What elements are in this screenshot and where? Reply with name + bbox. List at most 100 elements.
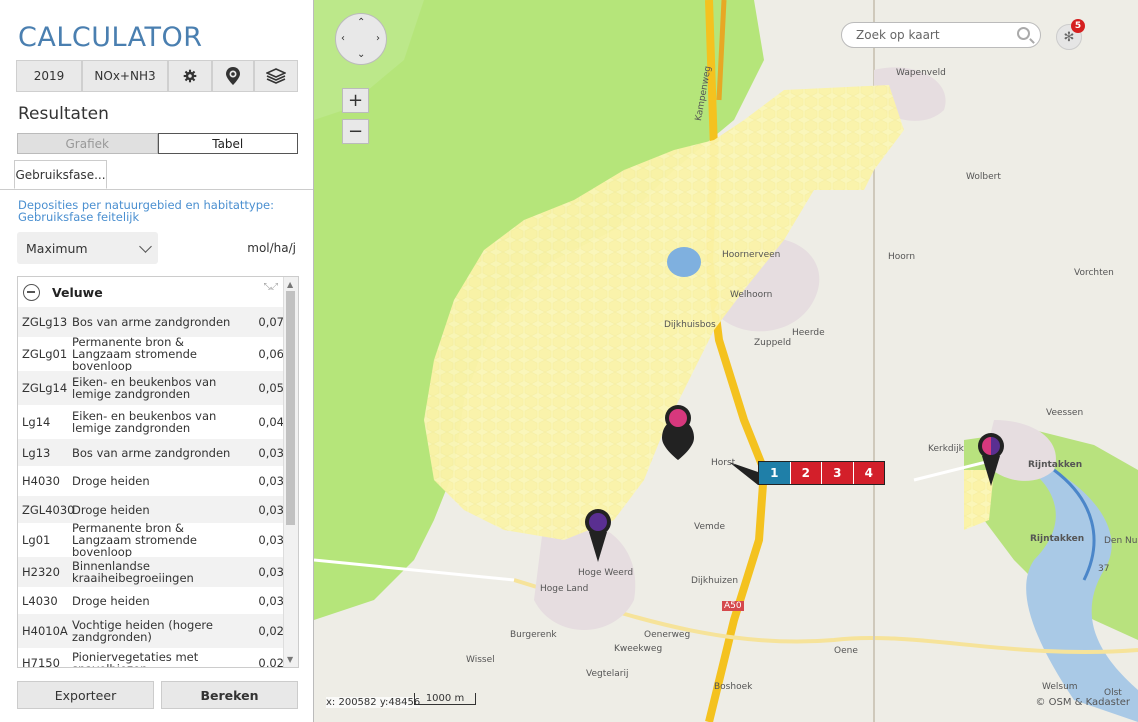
table-toggle[interactable]: Tabel <box>157 133 298 154</box>
year-selector[interactable]: 2019 <box>16 60 82 92</box>
pan-control[interactable]: ⌃ ⌄ ‹ › <box>335 13 387 65</box>
label-hoge-weerd: Hoge Weerd <box>578 568 634 578</box>
deposition-value: 0,03 <box>258 474 284 488</box>
coordinate-readout: x: 200582 y:48456 <box>326 697 421 708</box>
zoom-out-button[interactable]: − <box>342 119 369 144</box>
habitat-code: Lg13 <box>22 445 51 460</box>
habitat-code: H2320 <box>22 565 60 579</box>
map-search-input[interactable]: Zoek op kaart <box>841 22 1041 48</box>
label-vegtelarij: Vegtelarij <box>586 669 629 679</box>
label-kerkdijk: Kerkdijk <box>928 444 964 454</box>
phase-4[interactable]: 4 <box>853 462 884 484</box>
results-title: Resultaten <box>18 104 109 124</box>
tab-usage-phase[interactable]: Gebruiksfase... <box>14 160 107 189</box>
pan-up-icon[interactable]: ⌃ <box>357 17 365 28</box>
phase-2[interactable]: 2 <box>790 462 822 484</box>
label-welsum: Welsum <box>1042 682 1078 692</box>
label-rijntakken-1: Rijntakken <box>1028 460 1083 470</box>
label-horst: Horst <box>711 458 736 468</box>
collapse-icon[interactable] <box>23 283 40 301</box>
label-rijntakken-2: Rijntakken <box>1030 534 1085 544</box>
table-row[interactable]: ZGLg14 Eiken- en beukenbos van lemige zan… <box>18 371 284 405</box>
habitat-name: Permanente bron & Langzaam stromende bov… <box>72 335 197 373</box>
phase-selector[interactable]: 1 2 3 4 <box>758 461 885 485</box>
table-row[interactable]: H7150 Pioniervegetaties met snavelbiezen 0… <box>18 648 284 668</box>
calculator-panel: CALCULATOR 2019 NOx+NH3 Resultaten Grafi… <box>0 0 314 722</box>
habitat-name: Droge heiden <box>72 502 150 517</box>
label-oene: Oene <box>834 646 858 656</box>
deposition-value: 0,03 <box>258 502 284 517</box>
label-wolbert: Wolbert <box>966 172 1001 182</box>
deposition-value: 0,03 <box>258 593 284 608</box>
habitat-name: Eiken- en beukenbos van lemige zandgrond… <box>72 375 217 401</box>
deposition-value: 0,07 <box>258 315 284 329</box>
label-wissel: Wissel <box>466 655 495 665</box>
table-row[interactable]: ZGLg01 Permanente bron & Langzaam stromen… <box>18 335 284 373</box>
location-button[interactable] <box>212 60 254 92</box>
map-canvas[interactable] <box>314 0 1138 722</box>
label-wapenveld: Wapenveld <box>896 68 946 78</box>
label-boshoek: Boshoek <box>714 682 753 692</box>
table-row[interactable]: Lg14 Eiken- en beukenbos van lemige zandg… <box>18 405 284 439</box>
map-attribution: © OSM & Kadaster <box>1035 697 1130 708</box>
habitat-name: Bos van arme zandgronden <box>72 445 231 460</box>
results-table: Veluwe ⤡⤢ ZGLg13 Bos van arme zandgronden… <box>17 276 299 668</box>
expand-icon[interactable]: ⤡⤢ <box>264 283 278 292</box>
substance-selector[interactable]: NOx+NH3 <box>82 60 168 92</box>
deposition-value: 0,02 <box>258 624 284 638</box>
table-row[interactable]: ZGL4030 Droge heiden 0,03 <box>18 496 284 523</box>
scale-bar: 1000 m <box>414 693 476 705</box>
deposition-value: 0,06 <box>258 347 284 361</box>
phase-1[interactable]: 1 <box>759 462 791 484</box>
label-vorchten: Vorchten <box>1074 268 1114 278</box>
layers-button[interactable] <box>254 60 298 92</box>
scroll-up-icon[interactable]: ▲ <box>287 280 293 289</box>
label-vemde: Vemde <box>694 522 726 532</box>
pan-left-icon[interactable]: ‹ <box>341 33 345 44</box>
scroll-thumb[interactable] <box>286 291 295 525</box>
zoom-in-button[interactable]: + <box>342 88 369 113</box>
calculate-button[interactable]: Bereken <box>161 681 298 709</box>
habitat-code: H7150 <box>22 656 60 668</box>
map-view[interactable]: Wapenveld Wolbert Hoornerveen Hoorn Vorc… <box>314 0 1138 722</box>
label-burgerenk: Burgerenk <box>510 630 557 640</box>
aggregation-dropdown[interactable]: Maximum <box>17 232 158 264</box>
table-row[interactable]: H4010A Vochtige heiden (hogere zandgronde… <box>18 614 284 648</box>
table-row[interactable]: ZGLg13 Bos van arme zandgronden 0,07 <box>18 307 284 337</box>
scroll-down-icon[interactable]: ▼ <box>287 655 293 664</box>
export-button[interactable]: Exporteer <box>17 681 154 709</box>
habitat-code: H4010A <box>22 624 68 638</box>
habitat-name: Bos van arme zandgronden <box>72 315 231 329</box>
chevron-down-icon <box>139 240 152 253</box>
scrollbar[interactable]: ▲ ▼ <box>283 277 298 667</box>
habitat-code: H4030 <box>22 474 60 488</box>
gear-icon <box>183 69 197 83</box>
notification-badge: 5 <box>1071 19 1085 33</box>
label-dijkhuisbos: Dijkhuisbos <box>664 320 716 330</box>
search-icon[interactable] <box>1017 27 1030 40</box>
habitat-code: Lg14 <box>22 415 51 429</box>
table-row[interactable]: L4030 Droge heiden 0,03 <box>18 587 284 614</box>
settings-button[interactable] <box>168 60 212 92</box>
pan-down-icon[interactable]: ⌄ <box>357 49 365 60</box>
habitat-name: Droge heiden <box>72 593 150 608</box>
table-row[interactable]: H4030 Droge heiden 0,03 <box>18 466 284 496</box>
view-toggle: Grafiek Tabel <box>17 133 298 154</box>
pan-right-icon[interactable]: › <box>376 33 380 44</box>
deposition-value: 0,03 <box>258 445 284 460</box>
habitat-code: Lg01 <box>22 533 51 547</box>
group-header[interactable]: Veluwe ⤡⤢ <box>18 277 284 307</box>
table-row[interactable]: Lg13 Bos van arme zandgronden 0,03 <box>18 439 284 466</box>
label-kweekweg: Kweekweg <box>614 644 663 654</box>
graph-toggle[interactable]: Grafiek <box>17 133 158 154</box>
label-hoornerveen: Hoornerveen <box>722 250 781 260</box>
group-label: Veluwe <box>52 284 103 300</box>
habitat-name: Droge heiden <box>72 474 150 488</box>
table-row[interactable]: Lg01 Permanente bron & Langzaam stromende… <box>18 522 284 558</box>
tab-bar: Gebruiksfase... <box>0 160 313 190</box>
table-row[interactable]: H2320 Binnenlandse kraaiheibegroeiingen 0,… <box>18 557 284 587</box>
label-den-nul: Den Nul <box>1104 536 1138 546</box>
phase-3[interactable]: 3 <box>822 462 854 484</box>
toolbar: 2019 NOx+NH3 <box>16 60 298 92</box>
notification-icon: ✻ <box>1063 29 1075 45</box>
